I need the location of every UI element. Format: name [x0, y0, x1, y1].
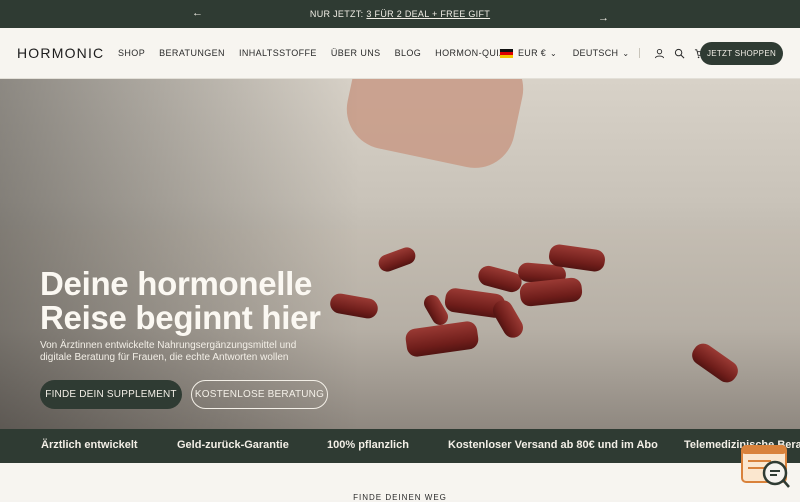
hero-headline: Deine hormonelle Reise beginnt hier	[40, 267, 340, 335]
nav-item-inhaltsstoffe[interactable]: INHALTSSTOFFE	[239, 48, 317, 58]
announcement-prefix: NUR JETZT:	[309, 9, 364, 19]
hero-headline-line2: Reise beginnt hier	[40, 299, 321, 336]
chevron-down-icon[interactable]: ⌄	[622, 49, 629, 58]
next-section: FINDE DEINEN WEG	[0, 463, 800, 502]
germany-flag-icon	[500, 48, 513, 58]
nav-item-ueber-uns[interactable]: ÜBER UNS	[331, 48, 381, 58]
divider	[639, 48, 641, 58]
hero-headline-line1: Deine hormonelle	[40, 265, 313, 302]
feature-item: Kostenloser Versand ab 80€ und im Abo	[448, 439, 658, 451]
feature-strip: Ärztlich entwickelt Geld-zurück-Garantie…	[0, 429, 800, 463]
logo[interactable]: HORMONIC	[17, 45, 104, 61]
header-utilities: EUR € ⌄ DEUTSCH ⌄	[500, 42, 712, 64]
announcement-link[interactable]: 3 FÜR 2 DEAL + FREE GIFT	[366, 9, 490, 19]
feature-item: Ärztlich entwickelt	[41, 439, 138, 451]
user-icon[interactable]	[652, 46, 666, 60]
hero-section: Deine hormonelle Reise beginnt hier Von …	[0, 79, 800, 429]
main-nav: SHOP BERATUNGEN INHALTSSTOFFE ÜBER UNS B…	[118, 48, 519, 58]
nav-item-blog[interactable]: BLOG	[395, 48, 422, 58]
chevron-down-icon[interactable]: ⌄	[550, 49, 557, 58]
hero-gradient-overlay	[0, 79, 360, 429]
chat-icon[interactable]	[741, 444, 791, 489]
section-kicker: FINDE DEINEN WEG	[353, 493, 447, 502]
nav-item-hormon-quiz[interactable]: HORMON-QUIZ	[435, 48, 505, 58]
language-selector[interactable]: DEUTSCH	[573, 48, 619, 58]
site-header: HORMONIC SHOP BERATUNGEN INHALTSSTOFFE Ü…	[0, 28, 800, 79]
free-consultation-button[interactable]: KOSTENLOSE BERATUNG	[191, 380, 328, 409]
chevron-left-icon[interactable]: ←	[192, 7, 203, 19]
nav-item-shop[interactable]: SHOP	[118, 48, 145, 58]
currency-selector[interactable]: EUR €	[518, 48, 546, 58]
announcement-bar: ← NUR JETZT: 3 FÜR 2 DEAL + FREE GIFT →	[0, 0, 800, 28]
chevron-right-icon[interactable]: →	[598, 7, 609, 29]
nav-item-beratungen[interactable]: BERATUNGEN	[159, 48, 225, 58]
search-icon[interactable]	[672, 46, 686, 60]
hero-subtext: Von Ärztinnen entwickelte Nahrungsergänz…	[40, 340, 297, 363]
feature-item: Geld-zurück-Garantie	[177, 439, 289, 451]
find-supplement-button[interactable]: FINDE DEIN SUPPLEMENT	[40, 380, 182, 409]
feature-item: 100% pflanzlich	[327, 439, 409, 451]
shop-now-button[interactable]: JETZT SHOPPEN	[700, 42, 783, 65]
